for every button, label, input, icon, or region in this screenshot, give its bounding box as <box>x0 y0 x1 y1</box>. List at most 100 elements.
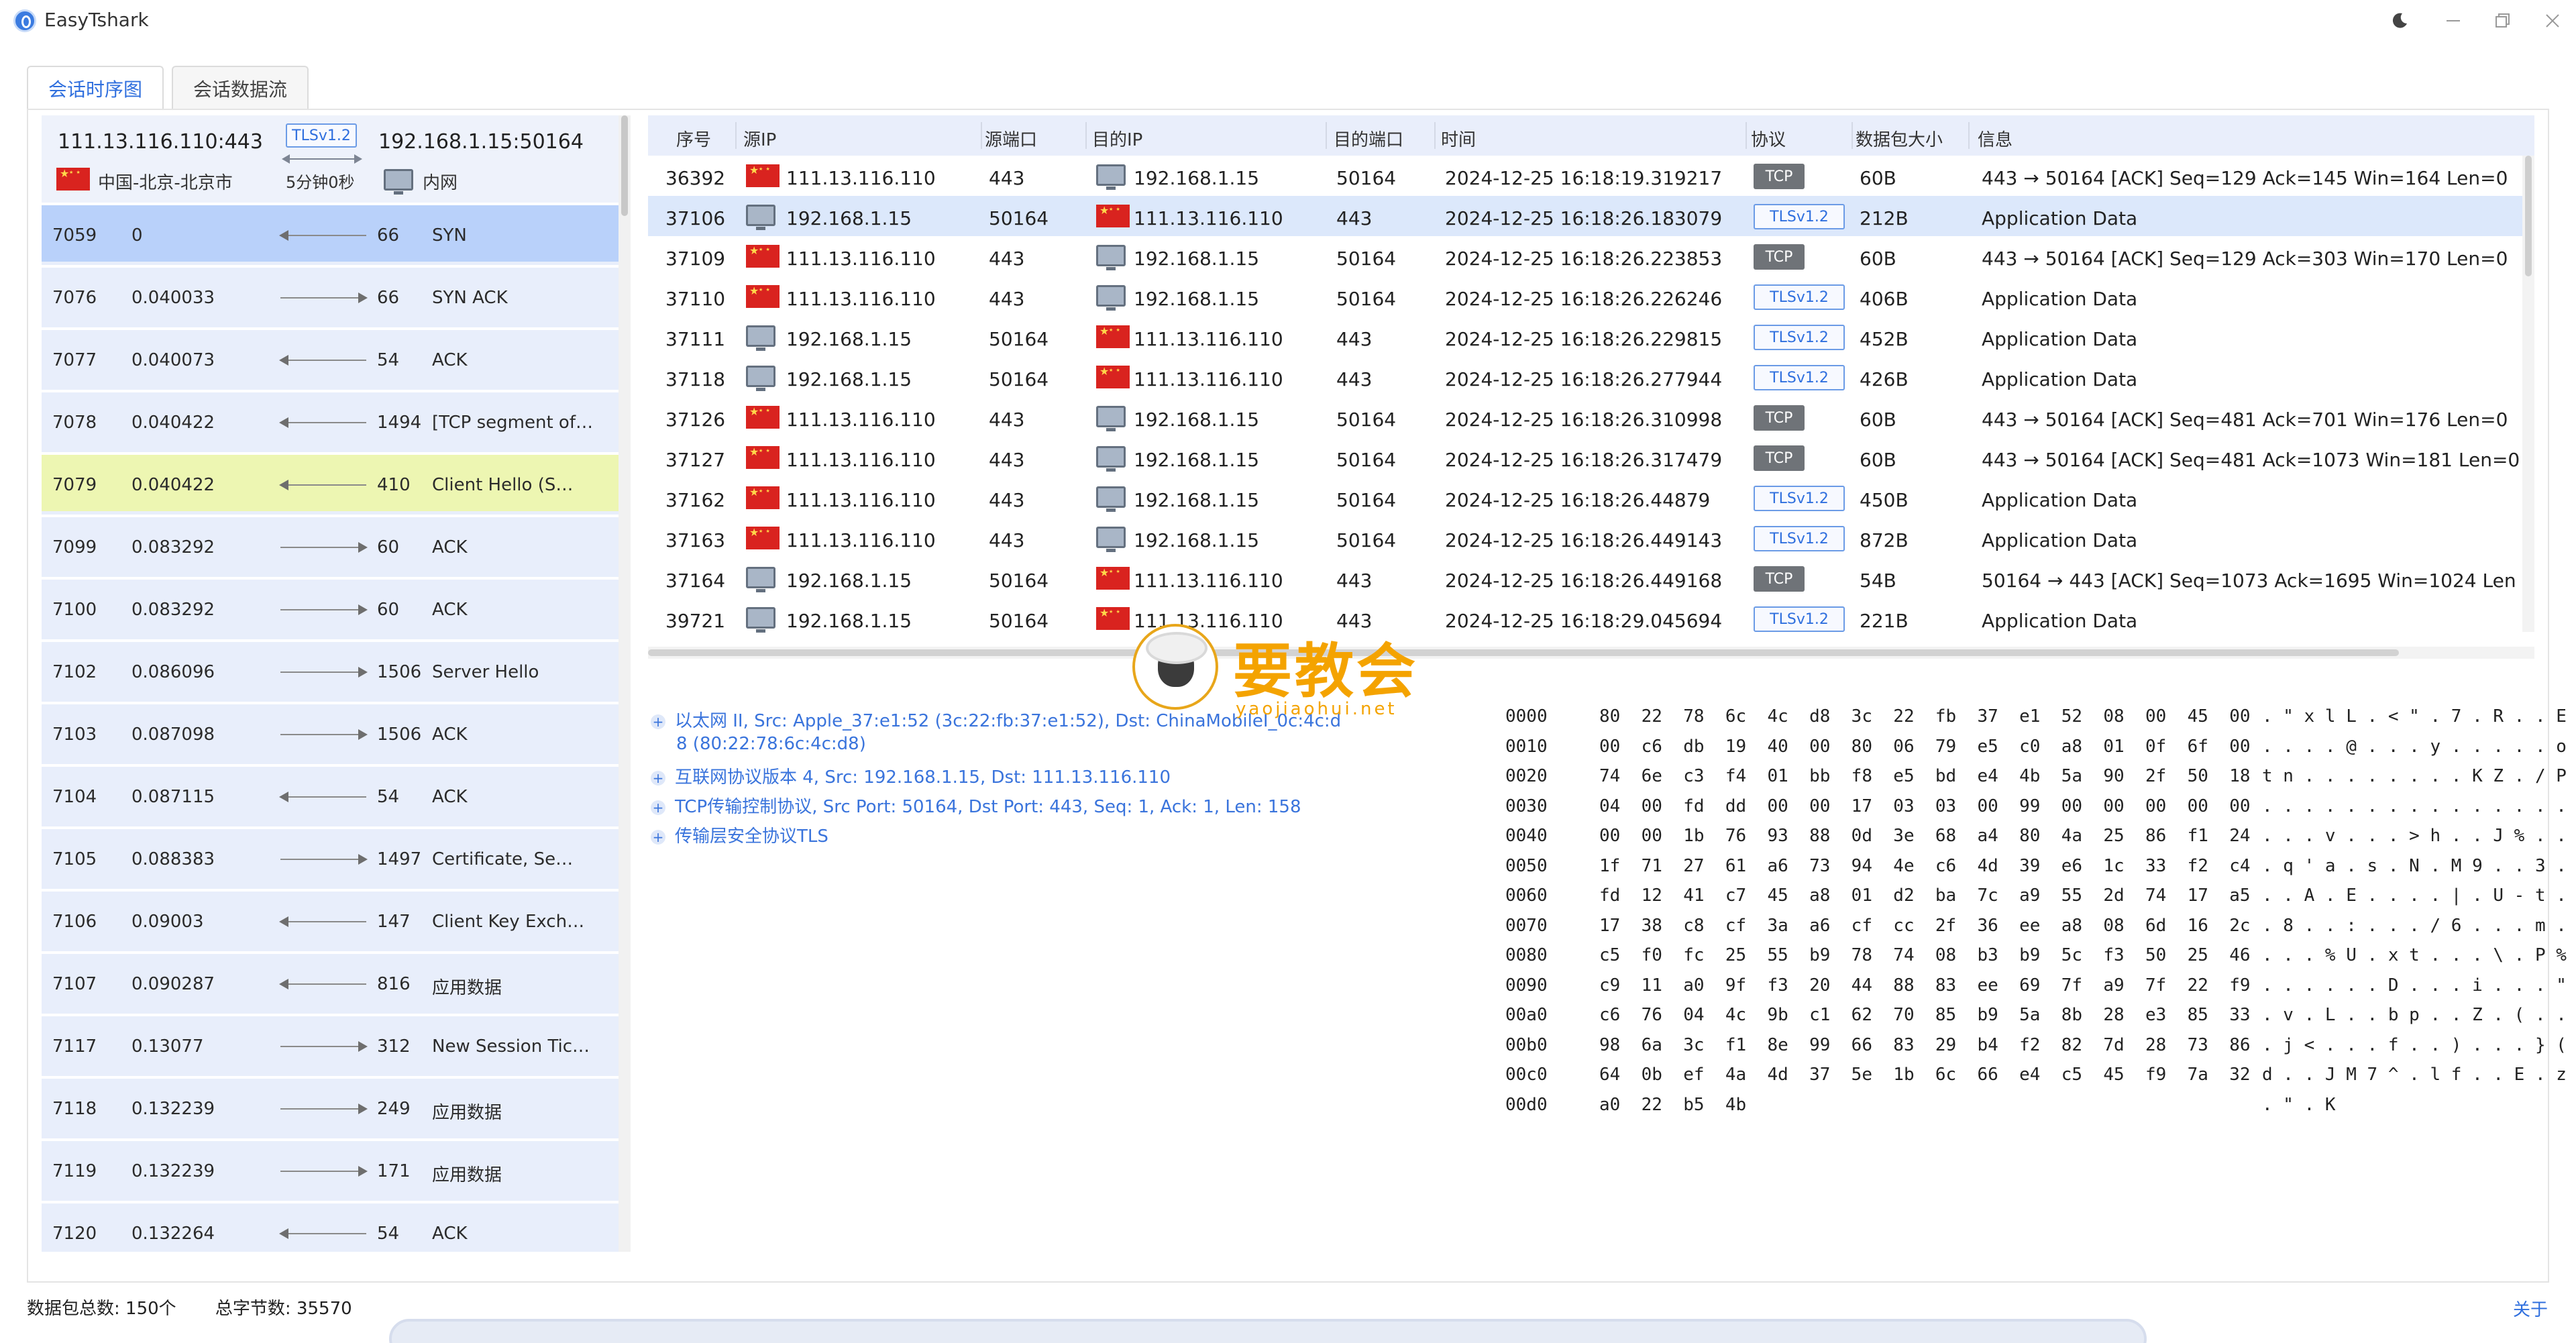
packet-length: 60 <box>377 537 400 557</box>
cell-src-port: 443 <box>989 288 1025 310</box>
packet-length: 249 <box>377 1099 411 1119</box>
cell-src-port: 50164 <box>989 368 1049 390</box>
table-row[interactable]: 37118 192.168.1.15 50164 111.13.116.110 443 2… <box>648 357 2534 397</box>
packet-no: 7107 <box>52 974 97 994</box>
packet-length: 1506 <box>377 662 422 682</box>
table-row[interactable]: 37109 111.13.116.110 443 192.168.1.15 50164 2… <box>648 236 2534 276</box>
cell-time: 2024-12-25 16:18:26.310998 <box>1445 409 1723 431</box>
cell-dst-ip: 192.168.1.15 <box>1134 489 1260 511</box>
hex-line: 17 38 c8 cf 3a a6 cf cc 2f 36 ee a8 08 6… <box>1599 915 2251 936</box>
table-row[interactable]: 39721 192.168.1.15 50164 111.13.116.110 443 2… <box>648 598 2534 639</box>
packet-info: Certificate, Se… <box>432 849 574 869</box>
hex-ascii[interactable]: . " x l L . < " . 7 . R . . E . . . . . @… <box>2262 702 2576 1120</box>
cell-dst-ip: 111.13.116.110 <box>1134 368 1283 390</box>
sequence-row[interactable]: 7107 0.090287 816 应用数据 <box>42 951 619 1010</box>
col-header-time[interactable]: 时间 <box>1441 126 1476 151</box>
col-header-protocol[interactable]: 协议 <box>1751 126 1786 151</box>
sequence-scrollbar[interactable] <box>619 115 631 1252</box>
table-row[interactable]: 37110 111.13.116.110 443 192.168.1.15 50164 2… <box>648 276 2534 317</box>
protocol-badge: TLSv1.2 <box>1754 204 1845 229</box>
ascii-line: . . . v . . . > h . . J % . . $ <box>2262 826 2576 846</box>
cell-src-ip: 192.168.1.15 <box>786 368 912 390</box>
sequence-row[interactable]: 7120 0.132264 54 ACK <box>42 1201 619 1252</box>
table-row[interactable]: 37163 111.13.116.110 443 192.168.1.15 50164 2… <box>648 518 2534 558</box>
close-button[interactable] <box>2536 7 2569 35</box>
tab-session-timeline[interactable]: 会话时序图 <box>27 66 164 110</box>
ascii-line: . j < . . . f . . ) . . . } ( s <box>2262 1034 2576 1055</box>
packet-time: 0.087098 <box>131 724 215 745</box>
cell-dst-port: 443 <box>1336 328 1373 350</box>
protocol-badge: TCP <box>1754 244 1805 270</box>
packet-info: ACK <box>432 350 468 370</box>
packet-table-vscrollbar[interactable] <box>2522 156 2534 632</box>
cell-src-ip: 111.13.116.110 <box>786 248 936 270</box>
packet-time: 0.083292 <box>131 537 215 557</box>
sequence-row[interactable]: 7117 0.13077 312 New Session Tic… <box>42 1014 619 1073</box>
sequence-row[interactable]: 7100 0.083292 60 ACK <box>42 577 619 636</box>
maximize-button[interactable] <box>2486 7 2520 35</box>
expand-icon[interactable]: + <box>651 770 665 786</box>
packet-no: 7079 <box>52 475 97 495</box>
cell-dst-port: 50164 <box>1336 449 1397 471</box>
packet-no: 7059 <box>52 225 97 246</box>
table-row[interactable]: 37111 192.168.1.15 50164 111.13.116.110 443 2… <box>648 317 2534 357</box>
col-header-size[interactable]: 数据包大小 <box>1856 126 1943 151</box>
table-row[interactable]: 37126 111.13.116.110 443 192.168.1.15 50164 2… <box>648 397 2534 437</box>
about-link[interactable]: 关于 <box>2513 1296 2548 1321</box>
sequence-row[interactable]: 7059 0 66 SYN <box>42 203 619 262</box>
cell-src-ip: 192.168.1.15 <box>786 207 912 229</box>
packet-no: 7099 <box>52 537 97 557</box>
lan-computer-icon <box>1096 486 1126 512</box>
packet-no: 7102 <box>52 662 97 682</box>
col-header-dst-port[interactable]: 目的端口 <box>1334 126 1403 151</box>
sequence-row[interactable]: 7078 0.040422 1494 [TCP segment of… <box>42 390 619 449</box>
expand-icon[interactable]: + <box>651 829 665 845</box>
packet-table-hscrollbar[interactable] <box>648 647 2534 659</box>
sequence-row[interactable]: 7106 0.09003 147 Client Key Exch… <box>42 889 619 948</box>
table-row[interactable]: 37162 111.13.116.110 443 192.168.1.15 50164 2… <box>648 478 2534 518</box>
cell-time: 2024-12-25 16:18:26.183079 <box>1445 207 1723 229</box>
table-row[interactable]: 36392 111.13.116.110 443 192.168.1.15 50164 2… <box>648 156 2534 196</box>
hex-line: 98 6a 3c f1 8e 99 66 83 29 b4 f2 82 7d 2… <box>1599 1034 2251 1055</box>
col-header-src-port[interactable]: 源端口 <box>985 126 1037 151</box>
cell-info: Application Data <box>1982 368 2138 390</box>
protocol-badge: TCP <box>1754 164 1805 189</box>
window-title: EasyTshark <box>44 9 149 31</box>
packet-length: 66 <box>377 288 400 308</box>
col-header-info[interactable]: 信息 <box>1978 126 2012 151</box>
sequence-row[interactable]: 7103 0.087098 1506 ACK <box>42 702 619 761</box>
minimize-button[interactable] <box>2436 7 2470 35</box>
china-flag-icon <box>1096 366 1130 388</box>
packet-no: 7078 <box>52 413 97 433</box>
cell-src-port: 443 <box>989 489 1025 511</box>
tree-item-tcp[interactable]: + TCP传输控制协议, Src Port: 50164, Dst Port: 4… <box>648 793 1301 818</box>
sequence-row[interactable]: 7076 0.040033 66 SYN ACK <box>42 265 619 324</box>
table-row[interactable]: 37164 192.168.1.15 50164 111.13.116.110 443 2… <box>648 558 2534 598</box>
sequence-row[interactable]: 7105 0.088383 1497 Certificate, Se… <box>42 826 619 885</box>
sequence-row[interactable]: 7079 0.040422 410 Client Hello (S… <box>42 452 619 511</box>
expand-icon[interactable]: + <box>651 800 665 815</box>
table-row[interactable]: 37127 111.13.116.110 443 192.168.1.15 50164 2… <box>648 437 2534 478</box>
table-row[interactable]: 37106 192.168.1.15 50164 111.13.116.110 443 2… <box>648 196 2534 236</box>
sequence-row[interactable]: 7102 0.086096 1506 Server Hello <box>42 639 619 698</box>
col-header-dst-ip[interactable]: 目的IP <box>1092 126 1142 151</box>
ascii-line: . . A . E . . . . | . U - t . . <box>2262 885 2576 906</box>
sequence-row[interactable]: 7104 0.087115 54 ACK <box>42 764 619 823</box>
tab-session-stream[interactable]: 会话数据流 <box>172 66 309 110</box>
tree-item-tls[interactable]: + 传输层安全协议TLS <box>648 822 828 847</box>
sequence-row[interactable]: 7119 0.132239 171 应用数据 <box>42 1138 619 1197</box>
sequence-row[interactable]: 7118 0.132239 249 应用数据 <box>42 1076 619 1135</box>
col-header-no[interactable]: 序号 <box>676 126 711 151</box>
col-header-src-ip[interactable]: 源IP <box>743 126 776 151</box>
expand-icon[interactable]: + <box>651 714 665 729</box>
packet-length: 1494 <box>377 413 422 433</box>
tree-item-ip[interactable]: + 互联网协议版本 4, Src: 192.168.1.15, Dst: 111.… <box>648 763 1171 788</box>
hex-bytes[interactable]: 80 22 78 6c 4c d8 3c 22 fb 37 e1 52 08 0… <box>1599 702 2251 1120</box>
theme-toggle-icon[interactable] <box>2383 7 2416 35</box>
cell-dst-port: 50164 <box>1336 409 1397 431</box>
cell-info: Application Data <box>1982 288 2138 310</box>
arrow-left-icon <box>279 230 366 241</box>
arrow-left-icon <box>279 792 366 802</box>
sequence-row[interactable]: 7077 0.040073 54 ACK <box>42 327 619 386</box>
sequence-row[interactable]: 7099 0.083292 60 ACK <box>42 515 619 574</box>
